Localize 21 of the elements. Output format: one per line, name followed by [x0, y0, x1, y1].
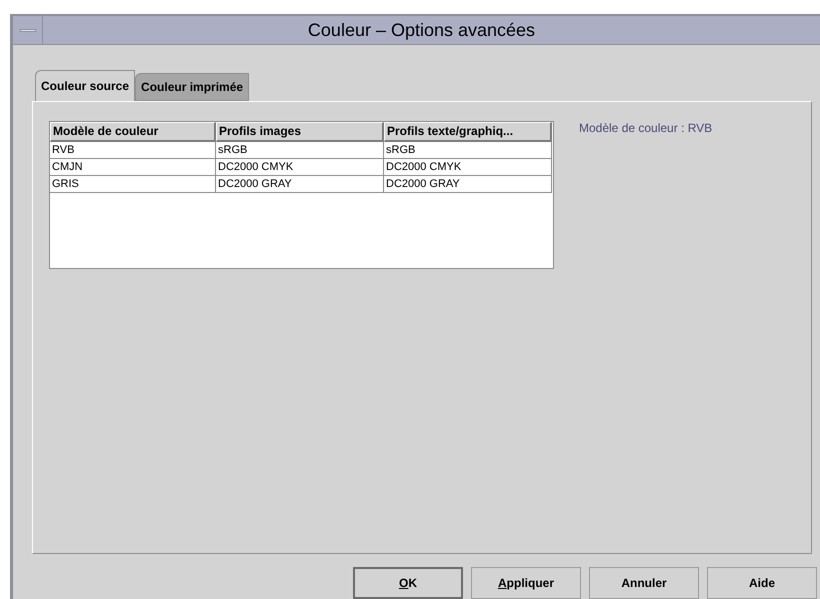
column-header[interactable]: Profils images — [216, 122, 384, 142]
tab[interactable]: Couleur imprimée — [135, 73, 250, 101]
table-cell: CMJN — [50, 159, 216, 176]
table-cell: GRIS — [50, 176, 216, 193]
dialog-button[interactable]: Annuler — [589, 567, 699, 599]
window-title: Couleur – Options avancées — [308, 18, 536, 42]
color-model-label: Modèle de couleur : RVB — [579, 120, 712, 137]
table-cell: DC2000 GRAY — [216, 176, 384, 193]
table-cell: DC2000 CMYK — [384, 159, 552, 176]
dialog-button[interactable]: Aide — [707, 567, 817, 599]
table-cell: DC2000 CMYK — [216, 159, 384, 176]
minus-icon — [20, 28, 36, 32]
column-header[interactable]: Modèle de couleur — [50, 122, 216, 142]
column-header[interactable]: Profils texte/graphiq... — [384, 122, 552, 142]
dialog-button[interactable]: Appliquer — [471, 567, 581, 599]
table-cell: RVB — [50, 142, 216, 159]
table-cell: DC2000 GRAY — [384, 176, 552, 193]
tab[interactable]: Couleur source — [35, 70, 136, 101]
table-cell: sRGB — [384, 142, 552, 159]
table-cell: sRGB — [216, 142, 384, 159]
dialog-button[interactable]: OK — [353, 567, 463, 599]
